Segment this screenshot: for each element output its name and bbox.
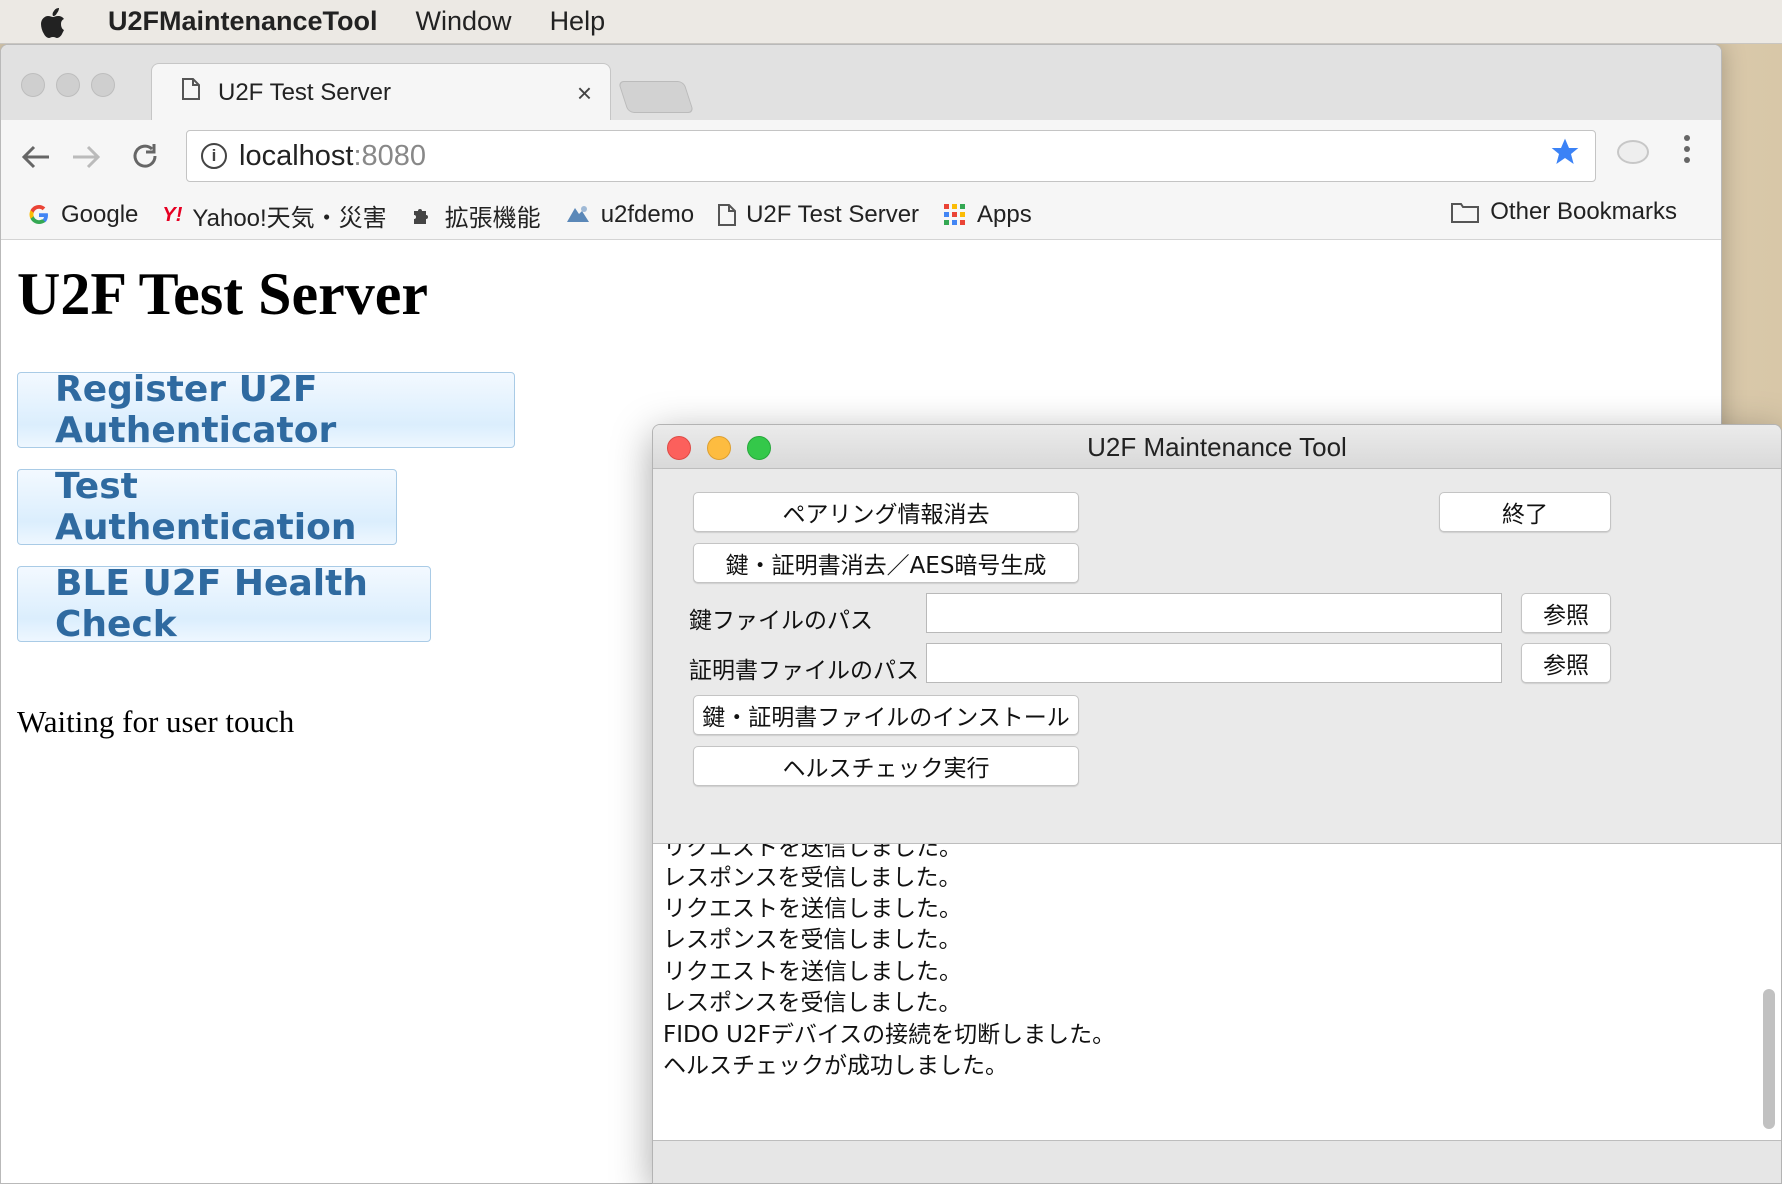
cert-path-field[interactable] <box>926 643 1502 683</box>
bookmark-label: u2fdemo <box>600 201 695 228</box>
test-authentication-button[interactable]: Test Authentication <box>17 466 397 548</box>
tool-title-bar: U2F Maintenance Tool <box>653 425 1781 469</box>
bookmark-label: U2F Test Server <box>746 201 920 228</box>
bookmark-label: Yahoo!天気・災害 <box>192 204 387 232</box>
bookmarks-bar: Google Y! Yahoo!天気・災害 拡張機能 u2fdemo U2F T… <box>1 192 1721 238</box>
bookmark-extensions[interactable]: 拡張機能 <box>411 198 541 233</box>
tab-close-icon[interactable]: × <box>577 78 592 109</box>
tab-u2f-test-server[interactable]: U2F Test Server × <box>151 63 611 121</box>
health-check-button[interactable]: ヘルスチェック実行 <box>693 746 1079 786</box>
bookmark-google[interactable]: Google <box>27 201 138 229</box>
ble-health-check-button[interactable]: BLE U2F Health Check <box>17 563 431 645</box>
bookmark-star-icon[interactable] <box>1549 135 1581 177</box>
install-keys-button[interactable]: 鍵・証明書ファイルのインストール <box>693 695 1079 735</box>
menu-app-name[interactable]: U2FMaintenanceTool <box>108 6 378 37</box>
back-arrow-icon[interactable] <box>21 140 51 179</box>
apple-icon[interactable] <box>40 0 94 44</box>
cert-path-label: 証明書ファイルのパス <box>689 658 919 684</box>
address-bar[interactable]: i localhost:8080 <box>186 130 1596 182</box>
menu-help[interactable]: Help <box>550 6 606 37</box>
erase-pairing-button[interactable]: ペアリング情報消去 <box>693 492 1079 532</box>
apps-grid-icon <box>943 203 967 227</box>
menu-kebab-icon[interactable] <box>1681 134 1693 164</box>
url-host: localhost <box>239 139 354 172</box>
key-path-field[interactable] <box>926 593 1502 633</box>
log-line: リクエストを送信しました。 <box>663 896 962 922</box>
puzzle-icon <box>411 203 435 227</box>
bookmark-u2f-test-server[interactable]: U2F Test Server <box>718 201 919 229</box>
close-button[interactable] <box>667 436 691 460</box>
log-line: FIDO U2Fデバイスの接続を切断しました。 <box>663 1022 1116 1048</box>
erase-keys-button[interactable]: 鍵・証明書消去／AES暗号生成 <box>693 543 1079 583</box>
log-area[interactable]: リクエストを送信しました。 レスポンスを受信しました。 リクエストを送信しました… <box>653 843 1781 1141</box>
log-line: リクエストを送信しました。 <box>663 959 962 985</box>
log-scrollbar[interactable] <box>1763 989 1775 1129</box>
maintenance-tool-window: U2F Maintenance Tool ペアリング情報消去 終了 鍵・証明書消… <box>652 424 1782 1184</box>
register-u2f-button[interactable]: Register U2F Authenticator <box>17 369 515 451</box>
info-icon[interactable]: i <box>201 143 227 169</box>
minimize-button[interactable] <box>707 436 731 460</box>
zoom-button[interactable] <box>747 436 771 460</box>
browse-key-button[interactable]: 参照 <box>1521 593 1611 633</box>
tool-title: U2F Maintenance Tool <box>1087 432 1347 462</box>
menu-window[interactable]: Window <box>416 6 512 37</box>
browser-toolbar: i localhost:8080 Google Y! Yahoo!天気・災害 <box>1 120 1721 240</box>
key-path-label: 鍵ファイルのパス <box>689 608 873 634</box>
menu-bar: U2FMaintenanceTool Window Help <box>0 0 1782 44</box>
document-icon <box>182 78 200 107</box>
extension-icon[interactable] <box>1617 140 1649 164</box>
window-minimize-button[interactable] <box>56 73 80 97</box>
bookmark-label: 拡張機能 <box>444 204 541 232</box>
bookmark-apps[interactable]: Apps <box>943 201 1032 229</box>
document-icon <box>718 204 737 226</box>
log-line: レスポンスを受信しました。 <box>663 990 962 1016</box>
log-line: レスポンスを受信しました。 <box>663 927 962 953</box>
log-line: レスポンスを受信しました。 <box>663 865 962 891</box>
page-title: U2F Test Server <box>17 261 429 327</box>
bookmark-label: Apps <box>977 201 1032 228</box>
log-line: ヘルスチェックが成功しました。 <box>663 1053 1008 1079</box>
tool-bottom-bar <box>653 1141 1781 1183</box>
yahoo-icon: Y! <box>162 203 183 226</box>
status-text: Waiting for user touch <box>17 704 295 739</box>
new-tab-button[interactable] <box>617 81 695 113</box>
bookmark-u2fdemo[interactable]: u2fdemo <box>565 201 694 229</box>
quit-button[interactable]: 終了 <box>1439 492 1611 532</box>
other-bookmarks[interactable]: Other Bookmarks <box>1450 198 1677 226</box>
url-port: :8080 <box>353 139 427 172</box>
window-zoom-button[interactable] <box>91 73 115 97</box>
forward-arrow-icon[interactable] <box>71 140 101 179</box>
bookmark-yahoo[interactable]: Y! Yahoo!天気・災害 <box>162 198 386 233</box>
browse-cert-button[interactable]: 参照 <box>1521 643 1611 683</box>
tab-strip: U2F Test Server × <box>1 45 1721 121</box>
reload-icon[interactable] <box>131 140 159 179</box>
other-bookmarks-label: Other Bookmarks <box>1490 198 1677 225</box>
site-icon <box>565 204 591 226</box>
bookmark-label: Google <box>61 201 139 228</box>
window-close-button[interactable] <box>21 73 45 97</box>
folder-icon <box>1450 200 1480 224</box>
google-icon <box>27 203 51 227</box>
tab-title: U2F Test Server <box>218 78 391 106</box>
